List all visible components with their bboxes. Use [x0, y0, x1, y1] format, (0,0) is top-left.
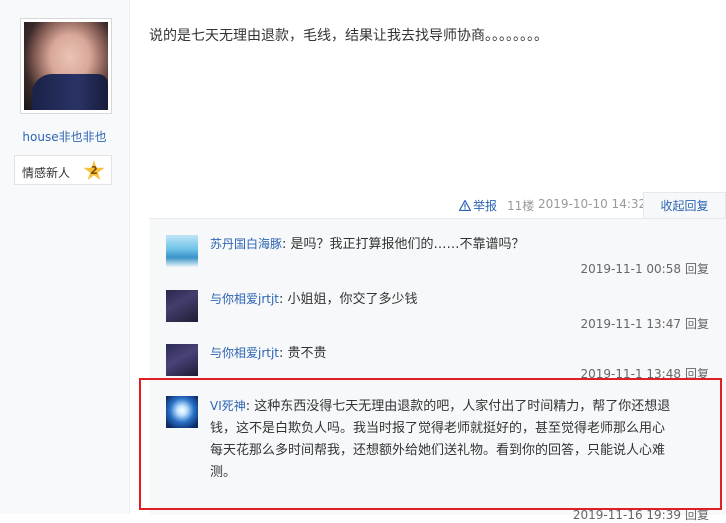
reply-text: 贵不贵: [287, 346, 327, 361]
reply-time: 2019-11-1 13:47: [580, 317, 681, 331]
reply-text: 这种东西没得七天无理由退款的吧，人家付出了时间精力，帮了你还想退: [254, 399, 671, 414]
reply-username[interactable]: 与你相爱jrtjt: [210, 292, 279, 306]
author-sidebar: house非也非也 情感新人 2: [0, 0, 130, 514]
reply-avatar[interactable]: [166, 344, 198, 376]
reply-button[interactable]: 回复: [685, 367, 709, 381]
author-name[interactable]: house非也非也: [0, 128, 129, 145]
reply-body: VI死神: 这种东西没得七天无理由退款的吧，人家付出了时间精力，帮了你还想退 钱…: [210, 395, 715, 484]
collapse-reply-button[interactable]: 收起回复: [643, 192, 726, 218]
reply-line: 测。: [210, 465, 237, 480]
reply-time: 2019-11-1 00:58: [580, 262, 681, 276]
level-star-icon: 2: [83, 160, 105, 181]
post-time: 2019-10-10 14:32: [538, 197, 647, 211]
reply-username[interactable]: 苏丹国白海豚: [210, 237, 282, 251]
reply-username[interactable]: VI死神: [210, 399, 246, 413]
reply-time: 2019-11-1 13:48: [580, 367, 681, 381]
reply-line: VI死神: 这种东西没得七天无理由退款的吧，人家付出了时间精力，帮了你还想退: [210, 399, 671, 414]
reply-body: 苏丹国白海豚: 是吗？我正打算报他们的……不靠谱吗？: [210, 237, 525, 252]
post-tail-bar: 举报 11楼 2019-10-10 14:32 收起回复: [149, 192, 726, 218]
warning-icon: [459, 200, 471, 211]
reply-avatar[interactable]: [166, 396, 198, 428]
report-label: 举报: [473, 199, 498, 213]
reply-meta: 2019-11-1 13:47 回复: [580, 315, 709, 332]
reply-username[interactable]: 与你相爱jrtjt: [210, 346, 279, 360]
reply-avatar[interactable]: [166, 235, 198, 267]
reply-meta: 2019-11-1 13:48 回复: [580, 365, 709, 382]
reply-button[interactable]: 回复: [685, 262, 709, 276]
author-avatar-image: [24, 22, 108, 110]
reply-button[interactable]: 回复: [685, 508, 709, 522]
post-content: 说的是七天无理由退款，毛线，结果让我去找导师协商。。。。。。。。: [149, 28, 548, 44]
reply-body: 与你相爱jrtjt: 小姐姐，你交了多少钱: [210, 292, 418, 307]
reply-line: 钱，这不是白欺负人吗。我当时报了觉得老师就挺好的，甚至觉得老师那么用心: [210, 421, 666, 436]
floor-number: 11楼: [507, 199, 535, 213]
reply-list: 苏丹国白海豚: 是吗？我正打算报他们的……不靠谱吗？ 2019-11-1 00:…: [149, 218, 726, 522]
reply-text: 是吗？我正打算报他们的……不靠谱吗？: [290, 237, 525, 252]
reply-text: 小姐姐，你交了多少钱: [287, 292, 418, 307]
level-title: 情感新人: [22, 166, 71, 180]
reply-meta: 2019-11-16 19:39 回复: [573, 506, 709, 523]
author-avatar[interactable]: [20, 18, 112, 114]
reply-avatar[interactable]: [166, 290, 198, 322]
report-link[interactable]: 举报: [459, 197, 497, 214]
reply-body: 与你相爱jrtjt: 贵不贵: [210, 346, 327, 361]
reply-button[interactable]: 回复: [685, 317, 709, 331]
reply-line: 每天花那么多时间帮我，还想额外给她们送礼物。看到你的回答，只能说人心难: [210, 443, 666, 458]
level-badge-box[interactable]: 情感新人 2: [14, 155, 112, 185]
reply-meta: 2019-11-1 00:58 回复: [580, 260, 709, 277]
reply-time: 2019-11-16 19:39: [572, 508, 681, 522]
